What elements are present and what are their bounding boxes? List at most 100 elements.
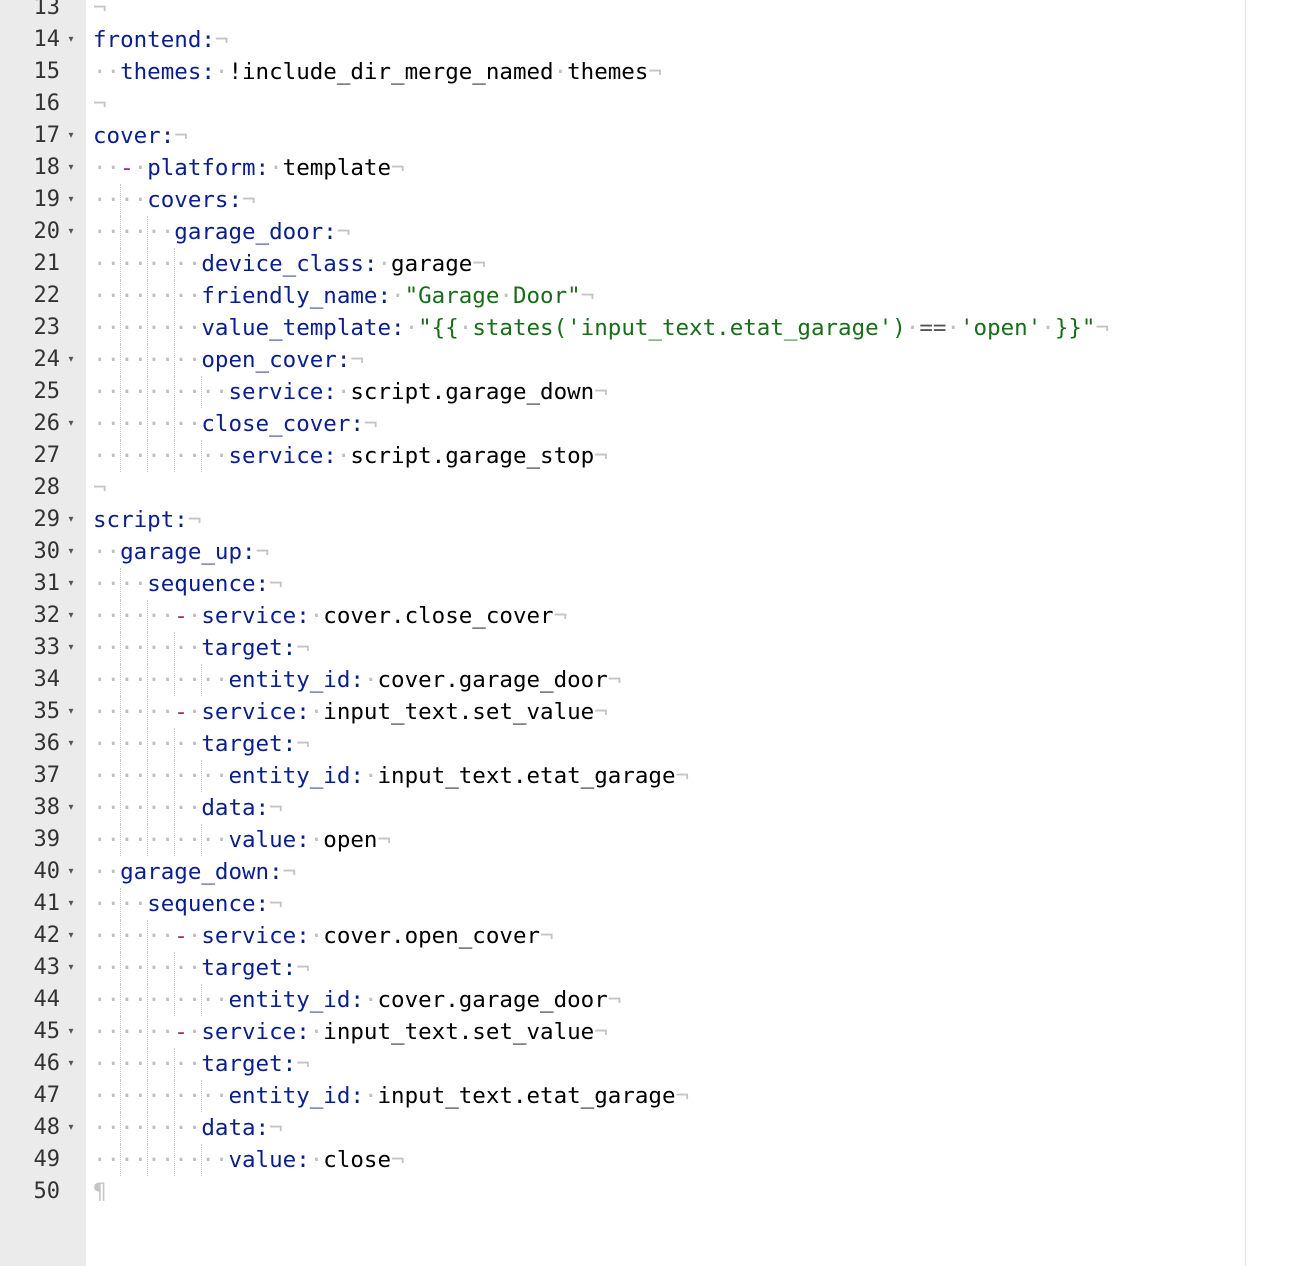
code-text[interactable]: cover:¬ — [93, 120, 188, 152]
fold-arrow-icon[interactable]: ▾ — [64, 1112, 78, 1144]
fold-arrow-icon[interactable]: ▾ — [64, 600, 78, 632]
code-line[interactable]: 22 ········friendly_name:·"Garage·Door"¬ — [0, 280, 1298, 312]
code-line[interactable]: 17 ▾ cover:¬ — [0, 120, 1298, 152]
fold-arrow-icon[interactable]: ▾ — [64, 728, 78, 760]
code-text[interactable]: frontend:¬ — [93, 24, 228, 56]
code-line[interactable]: 42 ▾ ······-·service:·cover.open_cover¬ — [0, 920, 1298, 952]
code-text[interactable]: ····covers:¬ — [93, 184, 256, 216]
code-line[interactable]: 30 ▾ ··garage_up:¬ — [0, 536, 1298, 568]
code-line[interactable]: 41 ▾ ····sequence:¬ — [0, 888, 1298, 920]
code-text[interactable]: ······-·service:·input_text.set_value¬ — [93, 1016, 608, 1048]
fold-arrow-icon[interactable]: ▾ — [64, 152, 78, 184]
code-line[interactable]: 34 ··········entity_id:·cover.garage_door… — [0, 664, 1298, 696]
code-editor[interactable]: 13 ¬ 14 ▾ frontend:¬ 15 ··themes:·!include_dir… — [0, 0, 1298, 1266]
fold-arrow-icon[interactable]: ▾ — [64, 888, 78, 920]
code-text[interactable]: ··········service:·script.garage_down¬ — [93, 376, 608, 408]
code-text[interactable]: ······-·service:·input_text.set_value¬ — [93, 696, 608, 728]
fold-arrow-icon[interactable]: ▾ — [64, 24, 78, 56]
code-text[interactable]: ········target:¬ — [93, 632, 310, 664]
code-text[interactable]: ········target:¬ — [93, 728, 310, 760]
code-text[interactable]: ··········value:·open¬ — [93, 824, 391, 856]
code-text[interactable]: ········friendly_name:·"Garage·Door"¬ — [93, 280, 594, 312]
fold-arrow-icon[interactable]: ▾ — [64, 856, 78, 888]
code-line[interactable]: 24 ▾ ········open_cover:¬ — [0, 344, 1298, 376]
code-text[interactable]: ········data:¬ — [93, 1112, 283, 1144]
fold-arrow-icon[interactable]: ▾ — [64, 184, 78, 216]
code-line[interactable]: 35 ▾ ······-·service:·input_text.set_value… — [0, 696, 1298, 728]
code-line[interactable]: 15 ··themes:·!include_dir_merge_named·the… — [0, 56, 1298, 88]
code-text[interactable]: ¬ — [93, 0, 107, 24]
code-text[interactable]: ········value_template:·"{{·states('inpu… — [93, 312, 1109, 344]
code-text[interactable]: ······garage_door:¬ — [93, 216, 350, 248]
code-text[interactable]: ··········value:·close¬ — [93, 1144, 405, 1176]
code-line[interactable]: 40 ▾ ··garage_down:¬ — [0, 856, 1298, 888]
fold-arrow-icon[interactable]: ▾ — [64, 696, 78, 728]
code-line[interactable]: 25 ··········service:·script.garage_down¬ — [0, 376, 1298, 408]
code-line[interactable]: 33 ▾ ········target:¬ — [0, 632, 1298, 664]
code-line[interactable]: 39 ··········value:·open¬ — [0, 824, 1298, 856]
code-line[interactable]: 32 ▾ ······-·service:·cover.close_cover¬ — [0, 600, 1298, 632]
code-line[interactable]: 38 ▾ ········data:¬ — [0, 792, 1298, 824]
code-text[interactable]: ··········service:·script.garage_stop¬ — [93, 440, 608, 472]
fold-arrow-icon[interactable]: ▾ — [64, 344, 78, 376]
fold-arrow-icon[interactable]: ▾ — [64, 536, 78, 568]
code-line[interactable]: 14 ▾ frontend:¬ — [0, 24, 1298, 56]
code-text[interactable]: ········open_cover:¬ — [93, 344, 364, 376]
eol-marker-icon: ¬ — [594, 443, 608, 469]
code-line[interactable]: 19 ▾ ····covers:¬ — [0, 184, 1298, 216]
code-line[interactable]: 23 ········value_template:·"{{·states('in… — [0, 312, 1298, 344]
fold-arrow-icon[interactable]: ▾ — [64, 120, 78, 152]
code-line[interactable]: 26 ▾ ········close_cover:¬ — [0, 408, 1298, 440]
fold-arrow-icon[interactable]: ▾ — [64, 1048, 78, 1080]
code-text[interactable]: ¬ — [93, 472, 107, 504]
code-text[interactable]: ··········entity_id:·input_text.etat_gar… — [93, 760, 689, 792]
code-line[interactable]: 21 ········device_class:·garage¬ — [0, 248, 1298, 280]
code-text[interactable]: ¶ — [93, 1176, 107, 1208]
code-text[interactable]: ······-·service:·cover.open_cover¬ — [93, 920, 554, 952]
fold-arrow-icon[interactable]: ▾ — [64, 216, 78, 248]
code-line[interactable]: 31 ▾ ····sequence:¬ — [0, 568, 1298, 600]
code-line[interactable]: 46 ▾ ········target:¬ — [0, 1048, 1298, 1080]
code-text[interactable]: ····sequence:¬ — [93, 568, 283, 600]
code-line[interactable]: 43 ▾ ········target:¬ — [0, 952, 1298, 984]
code-text[interactable]: ¬ — [93, 88, 107, 120]
fold-arrow-icon[interactable]: ▾ — [64, 568, 78, 600]
code-line[interactable]: 13 ¬ — [0, 0, 1298, 24]
code-line[interactable]: 27 ··········service:·script.garage_stop¬ — [0, 440, 1298, 472]
code-text[interactable]: ··········entity_id:·input_text.etat_gar… — [93, 1080, 689, 1112]
code-text[interactable]: ········target:¬ — [93, 1048, 310, 1080]
code-line[interactable]: 20 ▾ ······garage_door:¬ — [0, 216, 1298, 248]
code-text[interactable]: ··········entity_id:·cover.garage_door¬ — [93, 984, 621, 1016]
fold-arrow-icon[interactable]: ▾ — [64, 504, 78, 536]
code-line[interactable]: 28 ¬ — [0, 472, 1298, 504]
code-text[interactable]: ········target:¬ — [93, 952, 310, 984]
code-line[interactable]: 16 ¬ — [0, 88, 1298, 120]
code-text[interactable]: ········data:¬ — [93, 792, 283, 824]
code-text[interactable]: script:¬ — [93, 504, 201, 536]
fold-arrow-icon[interactable]: ▾ — [64, 632, 78, 664]
fold-arrow-icon[interactable]: ▾ — [64, 920, 78, 952]
code-text[interactable]: ······-·service:·cover.close_cover¬ — [93, 600, 567, 632]
fold-arrow-icon[interactable]: ▾ — [64, 952, 78, 984]
code-text[interactable]: ··········entity_id:·cover.garage_door¬ — [93, 664, 621, 696]
code-text[interactable]: ··garage_down:¬ — [93, 856, 296, 888]
code-text[interactable]: ··-·platform:·template¬ — [93, 152, 405, 184]
code-line[interactable]: 49 ··········value:·close¬ — [0, 1144, 1298, 1176]
fold-arrow-icon[interactable]: ▾ — [64, 792, 78, 824]
code-line[interactable]: 50 ¶ — [0, 1176, 1298, 1208]
code-text[interactable]: ··themes:·!include_dir_merge_named·theme… — [93, 56, 662, 88]
fold-arrow-icon[interactable]: ▾ — [64, 1016, 78, 1048]
code-line[interactable]: 45 ▾ ······-·service:·input_text.set_value… — [0, 1016, 1298, 1048]
code-line[interactable]: 48 ▾ ········data:¬ — [0, 1112, 1298, 1144]
code-text[interactable]: ········device_class:·garage¬ — [93, 248, 486, 280]
code-line[interactable]: 44 ··········entity_id:·cover.garage_door… — [0, 984, 1298, 1016]
code-line[interactable]: 37 ··········entity_id:·input_text.etat_g… — [0, 760, 1298, 792]
code-text[interactable]: ········close_cover:¬ — [93, 408, 377, 440]
code-line[interactable]: 47 ··········entity_id:·input_text.etat_g… — [0, 1080, 1298, 1112]
code-text[interactable]: ····sequence:¬ — [93, 888, 283, 920]
code-line[interactable]: 18 ▾ ··-·platform:·template¬ — [0, 152, 1298, 184]
code-line[interactable]: 36 ▾ ········target:¬ — [0, 728, 1298, 760]
code-line[interactable]: 29 ▾ script:¬ — [0, 504, 1298, 536]
code-text[interactable]: ··garage_up:¬ — [93, 536, 269, 568]
fold-arrow-icon[interactable]: ▾ — [64, 408, 78, 440]
